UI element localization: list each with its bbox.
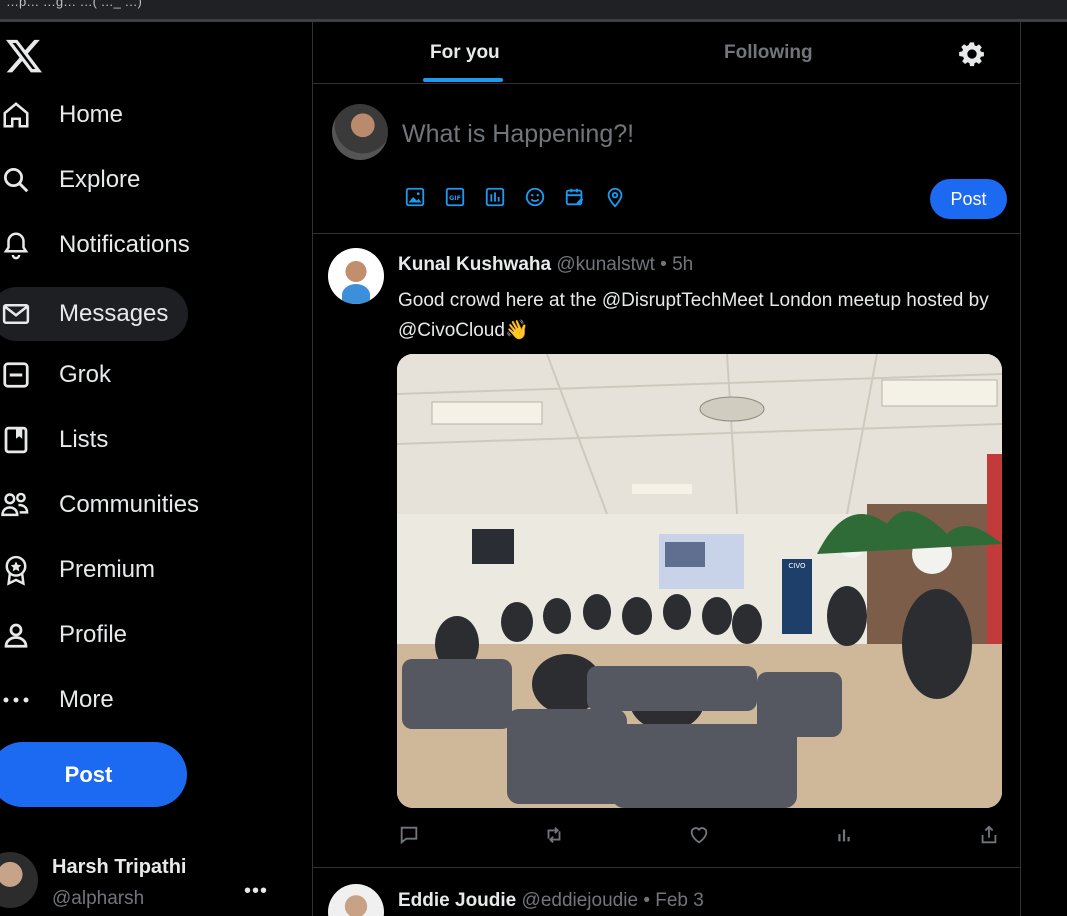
more-icon xyxy=(0,684,32,716)
avatar xyxy=(332,104,388,160)
sidebar-item-label: Explore xyxy=(59,166,141,193)
timeline-tabs: For you Following xyxy=(313,22,1021,84)
tweet-photo[interactable]: CIVO xyxy=(397,354,1002,808)
tab-following[interactable]: Following xyxy=(724,22,813,84)
communities-icon xyxy=(0,489,32,521)
sidebar-item-more[interactable]: More xyxy=(0,673,134,727)
sidebar-item-label: Home xyxy=(59,101,124,128)
gif-icon[interactable]: GIF xyxy=(444,186,468,210)
browser-address-strip: …p… …g… …( …_ …) xyxy=(0,0,1067,22)
sidebar-item-label: Premium xyxy=(59,556,156,583)
tweet[interactable]: Eddie Joudie @eddiejoudie • Feb 3 xyxy=(313,868,1021,916)
tweet-author-name[interactable]: Kunal Kushwaha xyxy=(398,254,551,275)
left-sidebar: Home Explore Notifications Messages Grok… xyxy=(0,22,312,916)
sidebar-item-label: More xyxy=(59,686,114,713)
sidebar-item-label: Lists xyxy=(59,426,109,453)
search-icon xyxy=(0,164,32,196)
sidebar-item-explore[interactable]: Explore xyxy=(0,153,160,207)
location-icon[interactable] xyxy=(604,186,628,210)
views-icon[interactable] xyxy=(833,824,855,846)
tweet-time[interactable]: • Feb 3 xyxy=(643,890,704,911)
sidebar-item-profile[interactable]: Profile xyxy=(0,608,147,662)
share-icon[interactable] xyxy=(978,824,1000,846)
sidebar-item-home[interactable]: Home xyxy=(0,88,143,142)
sidebar-item-label: Communities xyxy=(59,491,200,518)
sidebar-item-communities[interactable]: Communities xyxy=(0,478,219,532)
account-switcher[interactable]: Harsh Tripathi @alpharsh ••• xyxy=(0,850,290,916)
avatar xyxy=(0,852,38,908)
home-icon xyxy=(0,99,32,131)
tweet-text: Good crowd here at the @DisruptTechMeet … xyxy=(398,290,989,341)
sidebar-item-lists[interactable]: Lists xyxy=(0,413,128,467)
premium-icon xyxy=(0,554,32,586)
tweet[interactable]: Kunal Kushwaha @kunalstwt • 5h Good crow… xyxy=(313,234,1021,868)
active-tab-indicator xyxy=(423,78,503,82)
compose-post-button[interactable]: Post xyxy=(930,179,1007,219)
tweet-author-handle[interactable]: @kunalstwt xyxy=(556,254,655,275)
x-logo-icon[interactable] xyxy=(4,36,44,76)
avatar[interactable] xyxy=(328,884,384,916)
like-icon[interactable] xyxy=(688,824,710,846)
account-name: Harsh Tripathi xyxy=(52,856,187,878)
browser-url-text: …p… …g… …( …_ …) xyxy=(6,0,142,9)
svg-text:CIVO: CIVO xyxy=(788,562,806,570)
svg-text:GIF: GIF xyxy=(449,194,461,202)
account-handle: @alpharsh xyxy=(52,888,145,909)
tweet-header: Kunal Kushwaha @kunalstwt • 5h xyxy=(398,254,693,276)
tab-for-you[interactable]: For you xyxy=(430,22,500,84)
sidebar-item-label: Notifications xyxy=(59,231,190,258)
bell-icon xyxy=(0,229,32,261)
tweet-author-handle[interactable]: @eddiejoudie xyxy=(522,890,639,911)
avatar[interactable] xyxy=(328,248,384,304)
sidebar-item-label: Grok xyxy=(59,361,112,388)
sidebar-item-label: Messages xyxy=(59,300,169,327)
compose-input[interactable]: What is Happening?! xyxy=(402,120,634,149)
grok-icon xyxy=(0,359,32,391)
sidebar-item-messages[interactable]: Messages xyxy=(0,287,189,341)
emoji-icon[interactable] xyxy=(524,186,548,210)
tweet-header: Eddie Joudie @eddiejoudie • Feb 3 xyxy=(398,890,704,912)
gear-icon[interactable] xyxy=(958,40,986,68)
sidebar-item-premium[interactable]: Premium xyxy=(0,543,175,597)
account-menu-icon[interactable]: ••• xyxy=(244,880,268,903)
schedule-icon[interactable] xyxy=(564,186,588,210)
sidebar-item-grok[interactable]: Grok xyxy=(0,348,131,402)
sidebar-item-notifications[interactable]: Notifications xyxy=(0,218,210,272)
post-composer: What is Happening?! GIF Post xyxy=(313,84,1021,234)
sidebar-post-button[interactable]: Post xyxy=(0,742,187,807)
profile-icon xyxy=(0,619,32,651)
main-timeline: For you Following What is Happening?! GI… xyxy=(312,22,1021,916)
envelope-icon xyxy=(0,298,32,330)
poll-icon[interactable] xyxy=(484,186,508,210)
sidebar-item-label: Profile xyxy=(59,621,128,648)
tweet-author-name[interactable]: Eddie Joudie xyxy=(398,890,516,911)
retweet-icon[interactable] xyxy=(543,824,565,846)
lists-icon xyxy=(0,424,32,456)
tweet-time[interactable]: • 5h xyxy=(660,254,693,275)
image-icon[interactable] xyxy=(404,186,428,210)
reply-icon[interactable] xyxy=(398,824,420,846)
